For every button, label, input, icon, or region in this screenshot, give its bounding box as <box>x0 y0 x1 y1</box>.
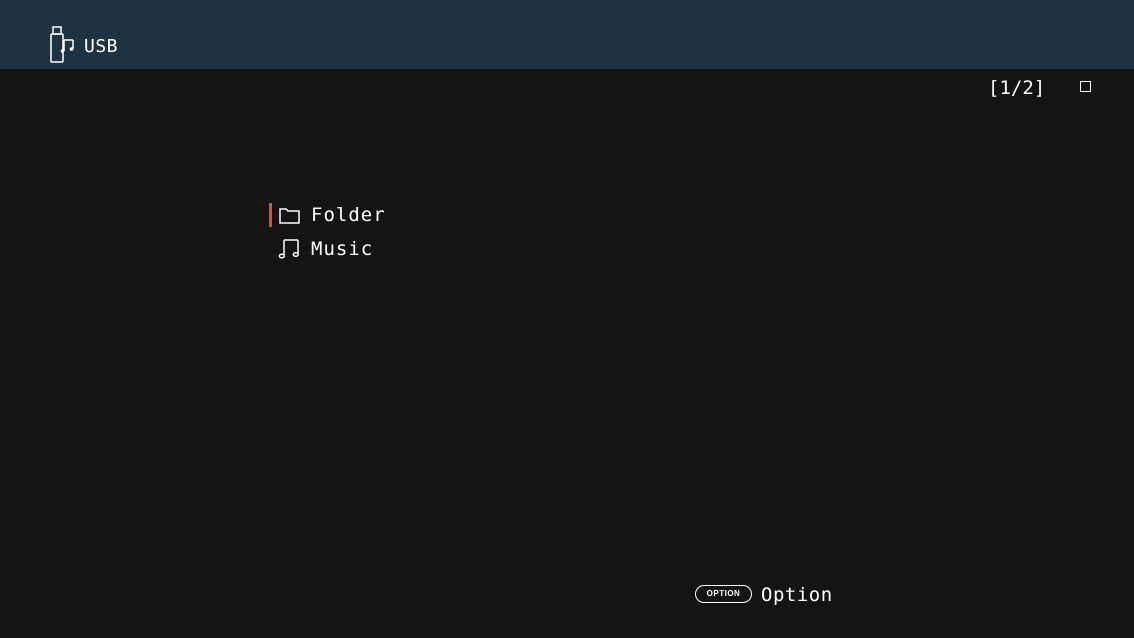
usb-music-icon <box>48 26 76 64</box>
menu-item-music[interactable]: Music <box>268 235 488 269</box>
page-indicator: [1/2] <box>988 77 1046 99</box>
menu-item-folder[interactable]: Folder <box>268 201 488 235</box>
source-title: USB <box>84 36 119 57</box>
selection-cursor <box>269 203 272 227</box>
menu-list: Folder Music <box>268 201 488 269</box>
empty-square-icon <box>1080 81 1091 92</box>
option-key-badge: OPTION <box>695 585 752 603</box>
menu-item-label: Folder <box>311 204 386 226</box>
folder-icon <box>278 203 302 227</box>
menu-item-label: Music <box>311 238 374 260</box>
music-note-icon <box>278 237 302 261</box>
header-bar: USB <box>0 0 1134 69</box>
option-label: Option <box>761 584 833 606</box>
